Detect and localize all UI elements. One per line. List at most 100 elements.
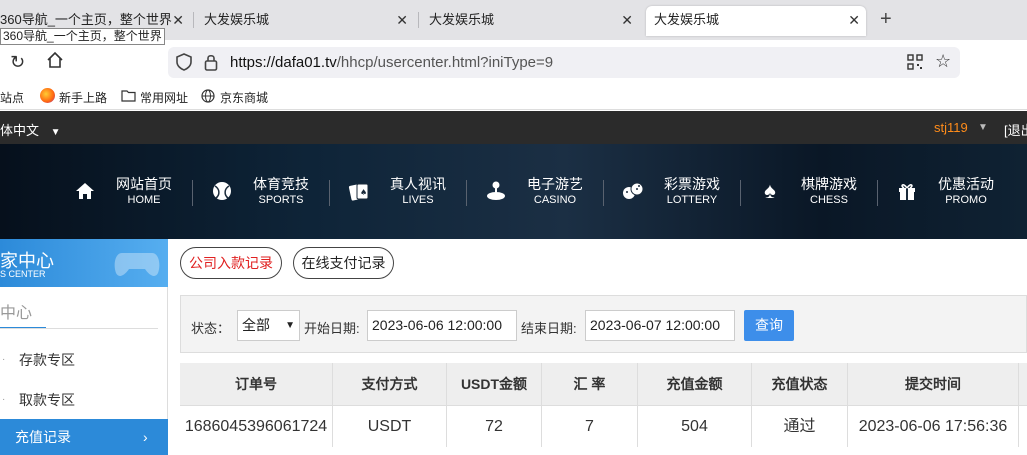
bookmark-star-icon[interactable]: ☆ [935,51,951,72]
nav-lottery[interactable]: 彩票游戏 LOTTERY [662,176,722,210]
table-cell: 7 [542,405,638,447]
tab-tooltip: 360导航_一个主页，整个世界 [0,28,165,45]
bookmark-item[interactable]: 常用网址 [140,89,188,106]
table-header-cell: 充值金额 [638,363,752,405]
cards-icon: ♠ [348,180,370,202]
table-header-cell: 支付方式 [333,363,447,405]
browser-tab-active[interactable]: 大发娱乐城 ✕ [646,6,866,36]
username[interactable]: stj119 [934,120,968,135]
bullet-icon: · [2,394,6,405]
tab-divider [418,12,419,28]
nav-sublabel: LOTTERY [666,194,718,206]
table-header-cell: USDT金额 [447,363,542,405]
sidebar-header-subtitle: S CENTER [0,269,46,279]
qr-code-icon[interactable] [907,54,923,73]
chevron-right-icon: › [143,429,148,445]
status-label: 状态： [191,321,231,336]
tab-title: 360导航_一个主页，整个世界 [0,12,172,27]
table-cell: 2023-06-06 17:56:36 [848,405,1019,447]
sidebar-item-deposit[interactable]: · 存款专区 [0,342,168,378]
globe-icon [201,89,215,106]
nav-sublabel: SPORTS [258,194,304,206]
gamepad-icon [112,245,162,284]
svg-text:♠: ♠ [360,188,367,197]
tab-online-payment[interactable]: 在线支付记录 [293,247,394,279]
sidebar: 中心 · 存款专区 · 取款专区 充值记录 › [0,287,168,455]
sidebar-item-recharge-records[interactable]: 充值记录 › [0,419,168,455]
table-header-cell: 充值状态 [752,363,848,405]
nav-sublabel: CHESS [810,194,848,206]
query-button[interactable]: 查询 [744,310,794,341]
gift-icon [896,180,918,202]
nav-divider [329,180,330,206]
nav-divider [192,180,193,206]
logout-link[interactable]: [退出 [1004,120,1027,139]
nav-label: 真人视讯 [390,176,446,192]
nav-sublabel: HOME [127,194,161,206]
close-icon[interactable]: ✕ [172,6,184,34]
table-cell: 72 [447,405,542,447]
nav-promo[interactable]: 优惠活动 PROMO [936,176,996,210]
url-text[interactable]: https://dafa01.tv/hhcp/usercenter.html?i… [230,54,553,71]
sidebar-title: 中心 [0,305,33,322]
nav-divider [603,180,604,206]
home-icon [74,180,96,202]
sidebar-item-withdraw[interactable]: · 取款专区 [0,382,168,418]
bookmark-item[interactable]: 站点 [0,89,24,106]
url-path: /hhcp/usercenter.html?iniType=9 [336,54,554,71]
sidebar-item-label: 取款专区 [19,392,75,408]
ball-icon [211,180,233,202]
reload-icon[interactable]: ↻ [10,52,25,73]
language-label: 体中文 [0,123,40,138]
close-icon[interactable]: ✕ [848,6,860,34]
end-date-input[interactable]: 2023-06-07 12:00:00 [585,310,735,341]
status-value: 全部 [242,317,270,333]
nav-home[interactable]: 网站首页 HOME [114,176,174,210]
nav-chess[interactable]: 棋牌游戏 CHESS [799,176,859,210]
nav-divider [877,180,878,206]
nav-label: 彩票游戏 [664,176,720,192]
table-header-cell: 提交时间 [848,363,1019,405]
end-date-label: 结束日期: [521,321,577,336]
table-cell: 504 [638,405,752,447]
chevron-down-icon: ▼ [285,320,295,331]
url-domain: https://dafa01.tv [230,54,337,71]
tab-title: 大发娱乐城 [204,12,270,27]
nav-label: 网站首页 [116,176,172,192]
sidebar-item-label: 存款专区 [19,352,75,368]
divider [0,328,158,329]
nav-label: 体育竞技 [253,176,309,192]
new-tab-icon[interactable]: + [880,8,892,31]
caret-down-icon: ▼ [50,127,61,138]
nav-divider [740,180,741,206]
table-cell: USDT [333,405,447,447]
bookmark-item[interactable]: 京东商城 [220,89,268,106]
close-icon[interactable]: ✕ [621,6,633,34]
nav-divider [466,180,467,206]
caret-down-icon[interactable]: ▼ [978,122,988,133]
dice-icon [622,180,644,202]
nav-label: 优惠活动 [938,176,994,192]
status-select[interactable]: 全部 ▼ [237,310,300,341]
tab-title: 大发娱乐城 [429,12,495,27]
language-select[interactable]: 体中文 ▼ [0,120,61,139]
close-icon[interactable]: ✕ [396,6,408,34]
sidebar-item-label: 充值记录 [15,429,71,445]
joystick-icon [485,180,507,202]
lock-icon[interactable] [204,53,218,74]
nav-sublabel: LIVES [402,194,434,206]
nav-sports[interactable]: 体育竞技 SPORTS [251,176,311,210]
nav-casino[interactable]: 电子游艺 CASINO [525,176,585,210]
nav-sublabel: PROMO [945,194,987,206]
nav-label: 电子游艺 [527,176,583,192]
tab-divider [193,12,194,28]
nav-lives[interactable]: 真人视讯 LIVES [388,176,448,210]
browser-tab[interactable]: 大发娱乐城 ✕ [421,6,639,36]
tab-company-deposit[interactable]: 公司入款记录 [180,247,282,279]
bookmark-item[interactable]: 新手上路 [59,89,107,106]
start-date-input[interactable]: 2023-06-06 12:00:00 [367,310,517,341]
shield-icon[interactable] [176,53,192,74]
browser-tab[interactable]: 大发娱乐城 ✕ [196,6,414,36]
home-icon[interactable] [46,51,64,72]
bullet-icon: · [2,354,6,365]
